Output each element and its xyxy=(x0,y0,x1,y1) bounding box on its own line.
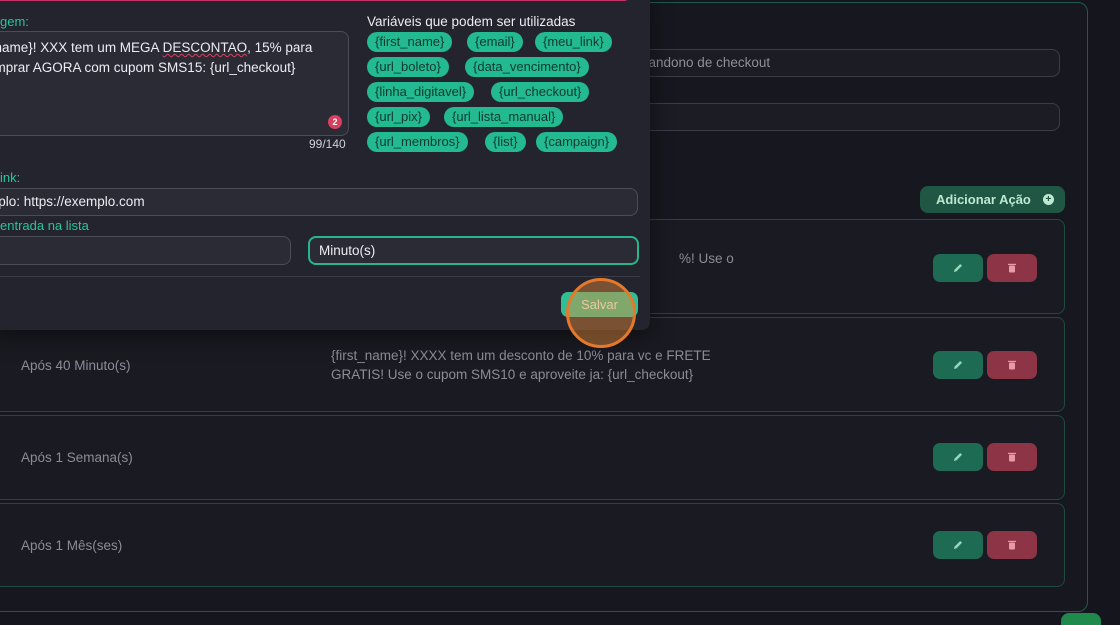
variable-chip[interactable]: {url_checkout} xyxy=(491,82,590,102)
action-timing: Após 40 Minuto(s) xyxy=(21,358,131,373)
variable-chip[interactable]: {meu_link} xyxy=(535,32,612,52)
trash-icon xyxy=(1008,540,1016,550)
action-message-line: {first_name}! XXXX tem um desconto de 10… xyxy=(331,348,711,363)
delay-amount-input[interactable] xyxy=(0,236,291,265)
variable-chip[interactable]: {url_lista_manual} xyxy=(444,107,564,127)
pencil-icon xyxy=(954,541,962,549)
pencil-icon xyxy=(954,453,962,461)
pencil-icon xyxy=(954,361,962,369)
edit-button[interactable] xyxy=(933,254,983,282)
variable-chip[interactable]: {first_name} xyxy=(367,32,453,52)
delete-button[interactable] xyxy=(987,531,1037,559)
save-button[interactable]: Salvar xyxy=(561,292,638,317)
action-timing: Após 1 Mês(ses) xyxy=(21,538,123,553)
message-text: _name}! XXX tem um MEGA xyxy=(0,40,163,55)
delete-button[interactable] xyxy=(987,443,1037,471)
add-action-button[interactable]: Adicionar Ação + xyxy=(920,186,1065,213)
variable-chip[interactable]: {url_boleto} xyxy=(367,57,449,77)
action-message: {first_name}! XXXX tem um desconto de 10… xyxy=(331,346,751,384)
action-timing: Após 1 Semana(s) xyxy=(21,450,133,465)
edit-button[interactable] xyxy=(933,351,983,379)
pencil-icon xyxy=(954,264,962,272)
action-message-line: GRATIS! Use o cupom SMS10 e aproveite ja… xyxy=(331,367,694,382)
link-placeholder: mplo: https://exemplo.com xyxy=(0,194,145,209)
time-unit-select[interactable]: Minuto(s) xyxy=(308,236,639,265)
modal-accent-bar xyxy=(0,0,630,1)
variable-chip[interactable]: {list} xyxy=(485,132,526,152)
help-chat-button[interactable] xyxy=(1061,613,1101,625)
link-label: ink: xyxy=(0,170,21,185)
delay-label: entrada na lista xyxy=(0,218,89,233)
delete-button[interactable] xyxy=(987,351,1037,379)
trash-icon xyxy=(1008,452,1016,462)
char-counter: 99/140 xyxy=(309,137,346,151)
variable-chip[interactable]: {email} xyxy=(467,32,523,52)
action-row: Após 40 Minuto(s) {first_name}! XXXX tem… xyxy=(0,317,1065,412)
edit-button[interactable] xyxy=(933,531,983,559)
edit-action-modal: gem: _name}! XXX tem um MEGA DESCONTAO, … xyxy=(0,0,650,330)
message-label: gem: xyxy=(0,14,29,29)
modal-divider xyxy=(0,276,640,277)
edit-button[interactable] xyxy=(933,443,983,471)
variable-chip[interactable]: {campaign} xyxy=(536,132,618,152)
message-textarea[interactable]: _name}! XXX tem um MEGA DESCONTAO, 15% p… xyxy=(0,31,349,136)
trash-icon xyxy=(1008,360,1016,370)
variable-chip[interactable]: {data_vencimento} xyxy=(465,57,589,77)
warning-count-badge[interactable]: 2 xyxy=(328,115,342,129)
time-unit-value: Minuto(s) xyxy=(319,243,376,258)
variables-title: Variáveis que podem ser utilizadas xyxy=(367,14,576,29)
plus-circle-icon: + xyxy=(1042,194,1054,205)
message-text: , 15% para xyxy=(247,40,313,55)
trash-icon xyxy=(1008,263,1016,273)
delete-button[interactable] xyxy=(987,254,1037,282)
variable-chip[interactable]: {url_pix} xyxy=(367,107,430,127)
variable-chip[interactable]: {url_membros} xyxy=(367,132,468,152)
variable-chip[interactable]: {linha_digitavel} xyxy=(367,82,475,102)
action-row: Após 1 Semana(s) xyxy=(0,415,1065,500)
message-line: _name}! XXX tem um MEGA DESCONTAO, 15% p… xyxy=(0,38,338,58)
add-action-label: Adicionar Ação xyxy=(936,192,1031,207)
misspelled-word: DESCONTAO xyxy=(162,40,248,55)
action-row: Após 1 Mês(ses) xyxy=(0,503,1065,587)
link-input[interactable]: mplo: https://exemplo.com xyxy=(0,188,638,216)
trigger-field[interactable]: bandono de checkout xyxy=(630,49,1060,77)
message-line: omprar AGORA com cupom SMS15: {url_check… xyxy=(0,59,296,75)
secondary-field[interactable] xyxy=(630,103,1060,131)
trigger-field-value: bandono de checkout xyxy=(641,55,771,70)
